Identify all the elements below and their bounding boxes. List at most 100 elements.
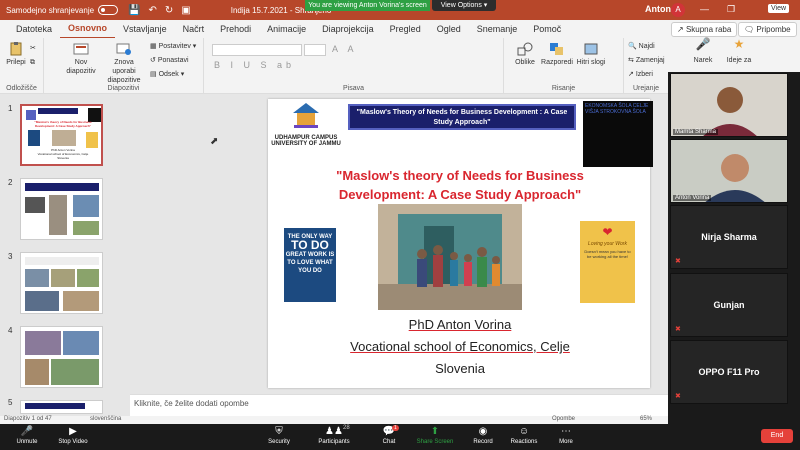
designer-icon: ★ — [733, 37, 745, 51]
cut-icon[interactable]: ✂ — [30, 44, 36, 53]
end-button[interactable]: End — [761, 429, 793, 443]
author-institution: Vocational school of Economics, Celje — [350, 339, 570, 354]
participant-tile[interactable]: Gunjan ✖ — [670, 273, 788, 337]
present-icon[interactable]: ▣ — [181, 5, 190, 16]
more-button[interactable]: ⋯ More — [539, 424, 593, 450]
layout-label: Postavitev — [158, 43, 191, 50]
reset-button[interactable]: ↺ Ponastavi — [150, 56, 189, 65]
designer-button[interactable]: ★ Ideje za — [724, 37, 754, 65]
section-button[interactable]: ▤ Odsek ▾ — [150, 70, 184, 79]
tab-home[interactable]: Osnovno — [60, 19, 116, 39]
slide-thumbnail[interactable] — [20, 252, 103, 314]
minimize-icon[interactable]: — — [700, 4, 709, 15]
tab-insert[interactable]: Vstavljanje — [115, 20, 175, 38]
tab-help[interactable]: Pomoč — [525, 20, 569, 38]
replace-button[interactable]: ⇆ Zamenjaj — [628, 56, 665, 65]
format-buttons[interactable]: B I U S ab — [214, 60, 295, 70]
viewing-banner: You are viewing Anton Vorina's screen — [305, 0, 430, 11]
new-slide-button[interactable]: Nov diapozitiv — [64, 42, 98, 76]
find-label: Najdi — [638, 43, 655, 50]
tab-file[interactable]: Datoteka — [8, 20, 60, 38]
participants-count: 28 — [343, 425, 350, 431]
card-title: Loving your Work — [588, 241, 627, 247]
participant-name: OPPO F11 Pro — [698, 367, 760, 377]
tab-slideshow[interactable]: Diaprojekcija — [314, 20, 382, 38]
security-button[interactable]: ⛨ Security — [252, 424, 306, 450]
font-group: B I U S ab A A Pisava — [204, 38, 504, 94]
slide-thumbnail[interactable] — [20, 178, 103, 240]
video-camera-icon: ▶ — [69, 426, 77, 437]
thumbnail-number: 2 — [8, 178, 13, 187]
shapes-icon — [517, 42, 533, 56]
avatar[interactable]: A — [671, 3, 685, 17]
arrange-button[interactable]: Razporedi — [540, 42, 574, 67]
thumb-author-line: Slovenia — [57, 156, 69, 160]
slide-count: Diapozitiv 1 od 47 — [4, 416, 52, 422]
author-block: PhD Anton Vorina Vocational school of Ec… — [300, 314, 620, 380]
tab-review[interactable]: Pregled — [382, 20, 429, 38]
thumb-photo — [25, 197, 45, 213]
save-icon[interactable]: 💾 — [128, 5, 140, 16]
notes-field[interactable]: Kliknite, če želite dodati opombe — [130, 394, 668, 416]
font-grow-buttons[interactable]: A A — [332, 44, 358, 54]
university-logo: UDHAMPUR CAMPUS UNIVERSITY OF JAMMU — [270, 101, 342, 153]
thumbnail-number: 4 — [8, 326, 13, 335]
view-options-button[interactable]: View Options ▾ — [432, 0, 496, 11]
window-controls: — ❐ — [700, 4, 735, 15]
share-screen-button[interactable]: ⬆ Share Screen — [408, 424, 462, 450]
participant-tile[interactable]: Mamta Sharma — [670, 73, 788, 137]
participants-button[interactable]: ♟♟ 28 Participants — [307, 424, 361, 450]
language[interactable]: slovenščina — [90, 416, 121, 422]
reset-label: Ponastavi — [157, 57, 189, 64]
redo-icon[interactable]: ↻ — [165, 5, 173, 16]
thumb-photo — [49, 195, 67, 235]
find-button[interactable]: 🔍 Najdi — [628, 42, 655, 51]
slide-thumbnail[interactable]: "Maslow's theory of Needs for Business De… — [20, 104, 103, 166]
university-subname: UNIVERSITY OF JAMMU — [271, 141, 341, 147]
paste-button[interactable]: Prilepi — [4, 42, 28, 67]
slides-group-label: Diapozitivi — [107, 85, 140, 92]
slides-group: Nov diapozitiv Znova uporabi diapozitive… — [44, 38, 204, 94]
slide-thumbnail[interactable] — [20, 326, 103, 388]
tab-recording[interactable]: Snemanje — [469, 20, 526, 38]
paste-icon — [10, 42, 22, 56]
autosave[interactable]: Samodejno shranjevanje — [0, 5, 119, 15]
reuse-slides-icon — [116, 43, 131, 55]
tab-animations[interactable]: Animacije — [259, 20, 314, 38]
participant-tile[interactable]: OPPO F11 Pro ✖ — [670, 340, 788, 404]
tab-design[interactable]: Načrt — [175, 20, 213, 38]
dictate-button[interactable]: 🎤 Narek — [690, 38, 716, 65]
reuse-slides-button[interactable]: Znova uporabi diapozitive — [102, 42, 146, 85]
ribbon: Prilepi ✂ ⧉ Odložišče Nov diapozitiv Zno… — [0, 38, 668, 94]
slide-thumbnail[interactable] — [20, 400, 103, 414]
participant-tile[interactable]: Anton Vorina — [670, 139, 788, 203]
autosave-toggle[interactable] — [98, 5, 119, 15]
thumbnail-number: 3 — [8, 252, 13, 261]
participant-video — [671, 74, 787, 136]
tab-transitions[interactable]: Prehodi — [212, 20, 259, 38]
drawing-group-label: Risanje — [551, 85, 576, 92]
mic-muted-icon: ✖ — [675, 326, 681, 333]
font-name-box[interactable] — [212, 44, 302, 56]
select-button[interactable]: ↗ Izberi — [628, 70, 653, 79]
tab-view[interactable]: Ogled — [429, 20, 469, 38]
thumb-photo — [73, 195, 99, 217]
thumb-card — [86, 132, 98, 148]
undo-icon[interactable]: ↶ — [149, 5, 157, 16]
editing-group: 🔍 Najdi ⇆ Zamenjaj ↗ Izberi Urejanje — [624, 38, 668, 94]
layout-button[interactable]: ▦ Postavitev ▾ — [150, 42, 196, 51]
thumb-photo — [51, 359, 99, 385]
participant-tile[interactable]: Nirja Sharma ✖ — [670, 205, 788, 269]
notes-button[interactable]: Opombe — [552, 416, 575, 422]
font-size-box[interactable] — [304, 44, 326, 56]
shapes-button[interactable]: Oblike — [512, 42, 538, 67]
new-slide-label: Nov diapozitiv — [66, 59, 96, 75]
view-button[interactable]: View — [768, 4, 790, 13]
comments-button[interactable]: 🗨 Pripombe — [738, 22, 797, 37]
stop-video-button[interactable]: ▶ Stop Video — [46, 424, 100, 450]
zoom-level[interactable]: 65% — [640, 416, 652, 422]
restore-icon[interactable]: ❐ — [727, 4, 735, 15]
copy-icon[interactable]: ⧉ — [30, 58, 35, 67]
quick-styles-button[interactable]: Hitri slogi — [576, 42, 606, 67]
share-button[interactable]: ↗ Skupna raba — [671, 22, 738, 37]
